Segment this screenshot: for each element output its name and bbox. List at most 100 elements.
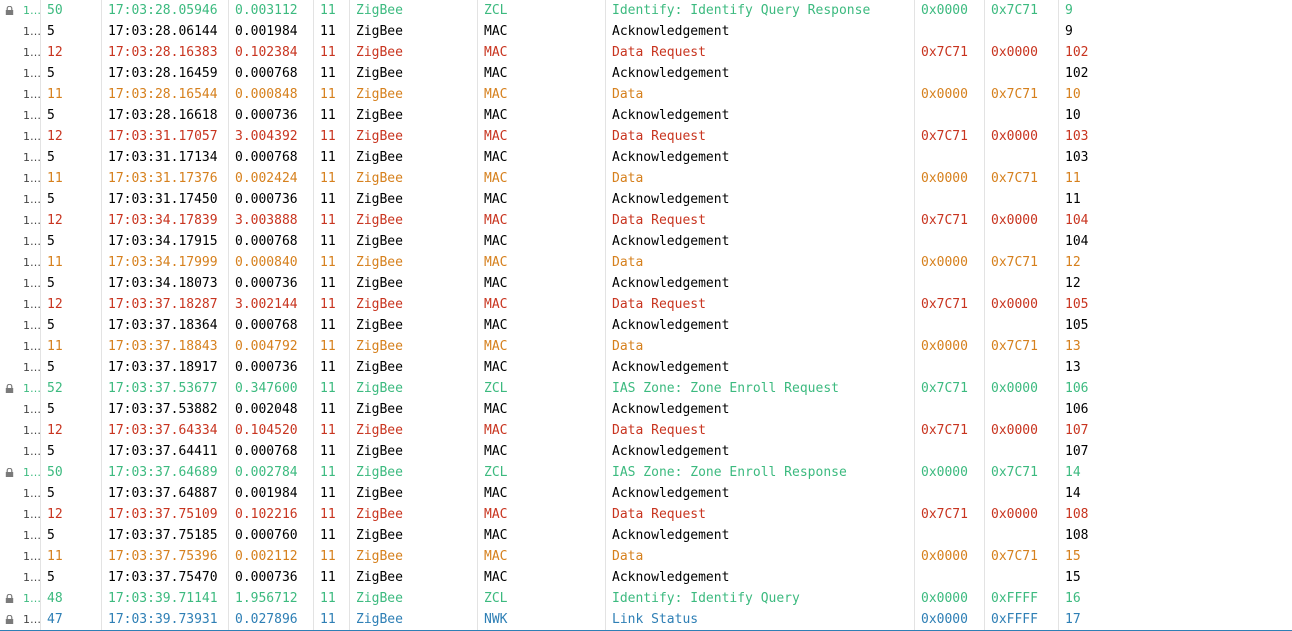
packet-sequence: 11 (1065, 171, 1081, 186)
packet-row[interactable]: 1… 52 17:03:37.53677 0.347600 11 ZigBee ZCL IAS… (0, 378, 1292, 399)
packet-row[interactable]: 1… 12 17:03:28.16383 0.102384 11 ZigBee MAC Dat… (0, 42, 1292, 63)
packet-layer: MAC (478, 147, 606, 168)
packet-length: 5 (41, 441, 102, 462)
packet-index: 1… (23, 508, 41, 521)
packet-length: 11 (41, 84, 102, 105)
packet-channel: 11 (314, 252, 350, 273)
packet-source (915, 525, 985, 546)
packet-protocol: ZigBee (350, 0, 478, 21)
packet-channel: 11 (314, 483, 350, 504)
packet-source: 0x0000 (915, 336, 985, 357)
packet-row[interactable]: 1… 50 17:03:37.64689 0.002784 11 ZigBee ZCL IAS… (0, 462, 1292, 483)
packet-index: 1… (23, 382, 41, 395)
packet-sequence: 15 (1065, 570, 1081, 585)
packet-protocol: ZigBee (350, 294, 478, 315)
packet-index-cell: 1… (0, 63, 41, 84)
packet-row[interactable]: 1… 5 17:03:34.17915 0.000768 11 ZigBee MAC Ackn… (0, 231, 1292, 252)
packet-index: 1… (23, 277, 41, 290)
packet-row[interactable]: 1… 11 17:03:37.18843 0.004792 11 ZigBee MAC Dat… (0, 336, 1292, 357)
packet-time: 17:03:34.18073 (102, 273, 229, 294)
packet-channel: 11 (314, 504, 350, 525)
packet-row[interactable]: 1… 12 17:03:34.17839 3.003888 11 ZigBee MAC Dat… (0, 210, 1292, 231)
packet-index-cell: 1… (0, 210, 41, 231)
packet-row[interactable]: 1… 11 17:03:28.16544 0.000848 11 ZigBee MAC Dat… (0, 84, 1292, 105)
packet-info: Link Status (606, 609, 915, 630)
packet-row[interactable]: 1… 5 17:03:28.16459 0.000768 11 ZigBee MAC Ackn… (0, 63, 1292, 84)
packet-index: 1… (23, 46, 41, 59)
packet-index-cell: 1… (0, 441, 41, 462)
packet-protocol: ZigBee (350, 462, 478, 483)
packet-layer: MAC (478, 315, 606, 336)
packet-index: 1… (23, 487, 41, 500)
packet-row[interactable]: 1… 5 17:03:37.75470 0.000736 11 ZigBee MAC Ackn… (0, 567, 1292, 588)
packet-index-cell: 1… (0, 546, 41, 567)
packet-index-cell: 1… (0, 336, 41, 357)
packet-protocol: ZigBee (350, 315, 478, 336)
packet-row[interactable]: 1… 12 17:03:37.64334 0.104520 11 ZigBee MAC Dat… (0, 420, 1292, 441)
packet-length: 5 (41, 483, 102, 504)
packet-length: 52 (41, 378, 102, 399)
packet-info: Acknowledgement (606, 21, 915, 42)
packet-time: 17:03:37.75185 (102, 525, 229, 546)
packet-length: 12 (41, 294, 102, 315)
packet-row[interactable]: 1… 12 17:03:31.17057 3.004392 11 ZigBee MAC Dat… (0, 126, 1292, 147)
packet-destination (985, 189, 1059, 210)
packet-delta: 0.000768 (229, 231, 314, 252)
packet-sequence: 14 (1065, 465, 1081, 480)
packet-index: 1… (23, 361, 41, 374)
packet-info: Acknowledgement (606, 189, 915, 210)
packet-row[interactable]: 1… 11 17:03:34.17999 0.000840 11 ZigBee MAC Dat… (0, 252, 1292, 273)
packet-channel: 11 (314, 189, 350, 210)
packet-time: 17:03:37.64334 (102, 420, 229, 441)
packet-source (915, 147, 985, 168)
packet-source (915, 21, 985, 42)
packet-row[interactable]: 1… 50 17:03:28.05946 0.003112 11 ZigBee ZCL Ide… (0, 0, 1292, 21)
packet-destination (985, 147, 1059, 168)
packet-protocol: ZigBee (350, 399, 478, 420)
packet-protocol: ZigBee (350, 252, 478, 273)
packet-row[interactable]: 1… 11 17:03:31.17376 0.002424 11 ZigBee MAC Dat… (0, 168, 1292, 189)
packet-delta: 0.002048 (229, 399, 314, 420)
packet-time: 17:03:37.53677 (102, 378, 229, 399)
packet-index-cell: 1… (0, 273, 41, 294)
packet-source (915, 315, 985, 336)
packet-delta: 0.000848 (229, 84, 314, 105)
packet-row[interactable]: 1… 5 17:03:34.18073 0.000736 11 ZigBee MAC Ackn… (0, 273, 1292, 294)
packet-channel: 11 (314, 441, 350, 462)
packet-source (915, 105, 985, 126)
packet-row[interactable]: 1… 5 17:03:31.17134 0.000768 11 ZigBee MAC Ackn… (0, 147, 1292, 168)
packet-protocol: ZigBee (350, 21, 478, 42)
packet-row[interactable]: 1… 5 17:03:37.53882 0.002048 11 ZigBee MAC Ackn… (0, 399, 1292, 420)
packet-time: 17:03:31.17134 (102, 147, 229, 168)
packet-delta: 0.000736 (229, 567, 314, 588)
packet-layer: MAC (478, 483, 606, 504)
packet-row[interactable]: 1… 48 17:03:39.71141 1.956712 11 ZigBee ZCL Ide… (0, 588, 1292, 609)
packet-row[interactable]: 1… 5 17:03:28.16618 0.000736 11 ZigBee MAC Ackn… (0, 105, 1292, 126)
packet-row[interactable]: 1… 5 17:03:37.18364 0.000768 11 ZigBee MAC Ackn… (0, 315, 1292, 336)
packet-sequence: 102 (1065, 66, 1089, 81)
packet-row[interactable]: 1… 5 17:03:37.64887 0.001984 11 ZigBee MAC Ackn… (0, 483, 1292, 504)
packet-row[interactable]: 1… 12 17:03:37.75109 0.102216 11 ZigBee MAC Dat… (0, 504, 1292, 525)
packet-destination (985, 315, 1059, 336)
packet-delta: 0.347600 (229, 378, 314, 399)
packet-sequence: 108 (1065, 507, 1089, 522)
packet-row[interactable]: 1… 5 17:03:37.18917 0.000736 11 ZigBee MAC Ackn… (0, 357, 1292, 378)
packet-channel: 11 (314, 567, 350, 588)
packet-row[interactable]: 1… 5 17:03:31.17450 0.000736 11 ZigBee MAC Ackn… (0, 189, 1292, 210)
packet-row[interactable]: 1… 5 17:03:28.06144 0.001984 11 ZigBee MAC Ackn… (0, 21, 1292, 42)
packet-destination: 0x7C71 (985, 546, 1059, 567)
packet-channel: 11 (314, 357, 350, 378)
packet-destination (985, 483, 1059, 504)
packet-index: 1… (23, 88, 41, 101)
packet-length: 5 (41, 105, 102, 126)
packet-row[interactable]: 1… 5 17:03:37.64411 0.000768 11 ZigBee MAC Ackn… (0, 441, 1292, 462)
packet-length: 5 (41, 273, 102, 294)
packet-length: 5 (41, 357, 102, 378)
packet-protocol: ZigBee (350, 546, 478, 567)
packet-row[interactable]: 1… 5 17:03:37.75185 0.000760 11 ZigBee MAC Ackn… (0, 525, 1292, 546)
packet-delta: 0.000736 (229, 357, 314, 378)
packet-sequence: 12 (1065, 276, 1081, 291)
packet-row[interactable]: 1… 12 17:03:37.18287 3.002144 11 ZigBee MAC Dat… (0, 294, 1292, 315)
packet-row[interactable]: 1… 11 17:03:37.75396 0.002112 11 ZigBee MAC Dat… (0, 546, 1292, 567)
packet-length: 12 (41, 504, 102, 525)
